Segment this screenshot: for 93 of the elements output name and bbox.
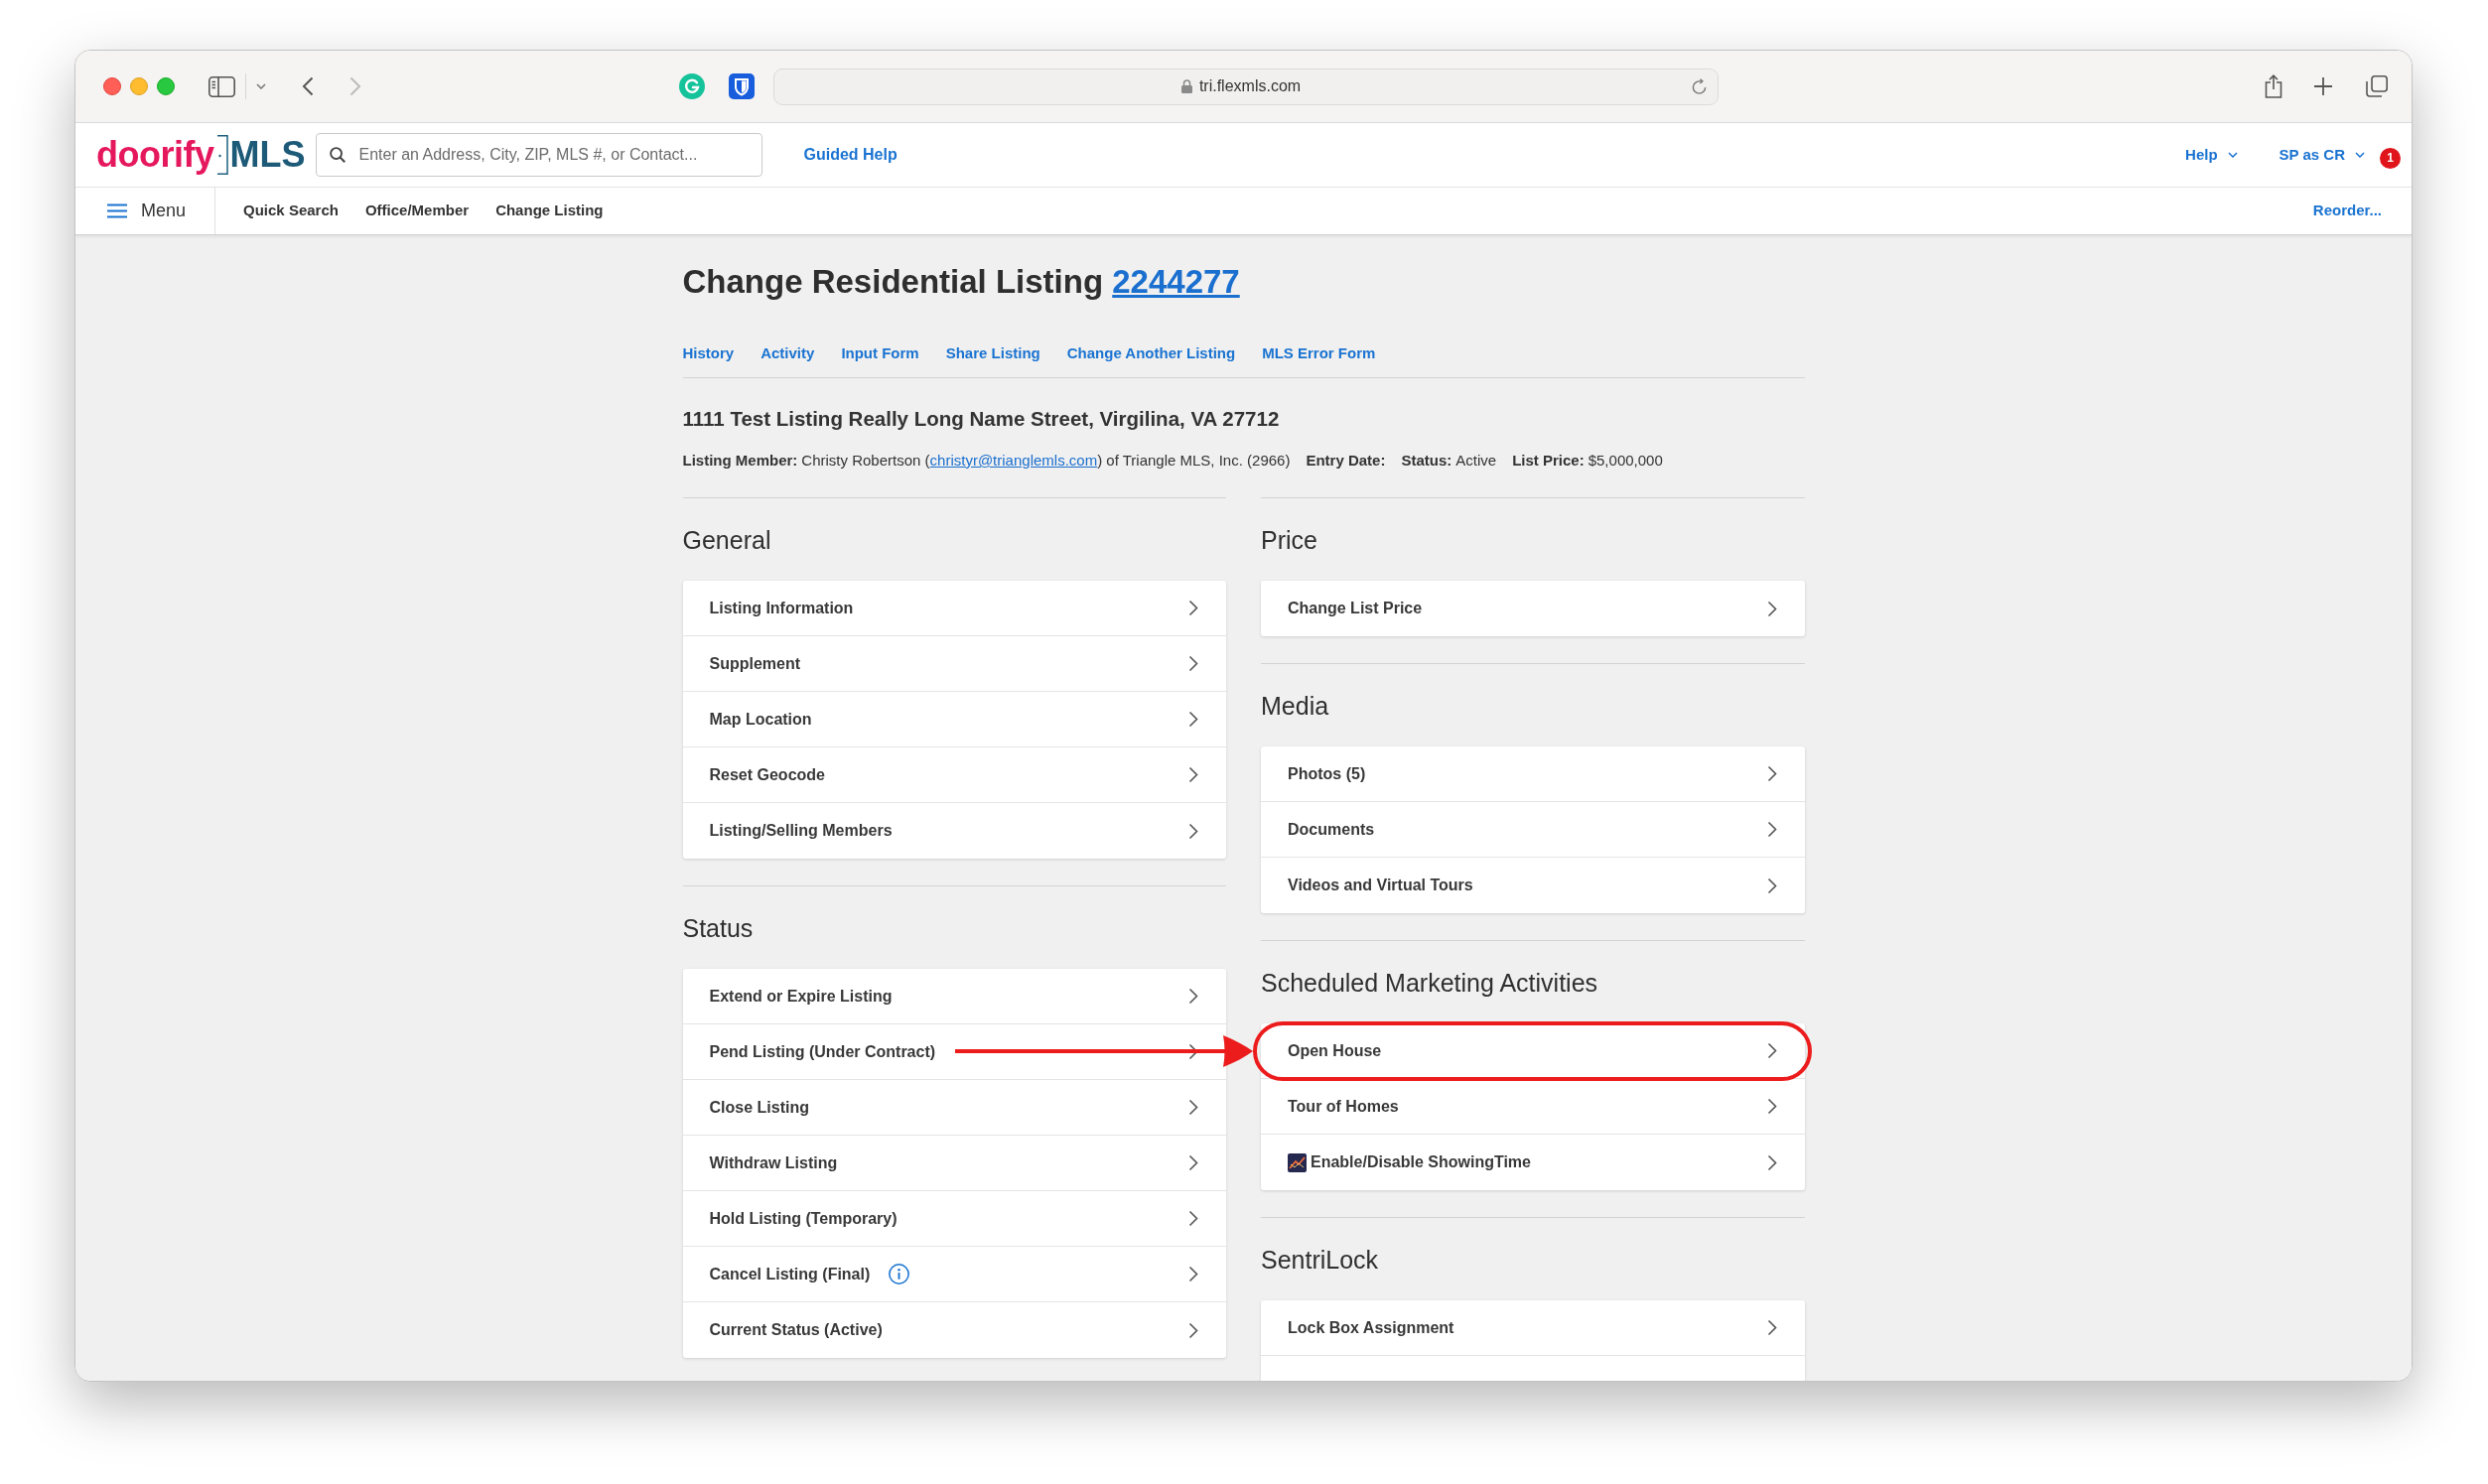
- section-heading: Media: [1261, 691, 1330, 722]
- section-heading: Scheduled Marketing Activities: [1261, 968, 1599, 999]
- field-label: Status:: [1401, 451, 1452, 471]
- reorder-link[interactable]: Reorder...: [2312, 200, 2382, 222]
- chevron-right-icon: [1766, 1042, 1777, 1059]
- action-item[interactable]: Close Listing: [682, 1080, 1226, 1136]
- action-item[interactable]: Cancel Listing (Final): [682, 1247, 1226, 1302]
- action-item[interactable]: Map Location: [682, 692, 1226, 747]
- chevron-down-icon: [2355, 152, 2365, 158]
- chevron-right-icon: [1766, 600, 1777, 617]
- action-item[interactable]: Listing Information: [682, 581, 1226, 636]
- chevron-right-icon: [1188, 766, 1198, 783]
- action-item[interactable]: Change List Price: [1261, 581, 1805, 636]
- share-icon[interactable]: [2265, 74, 2282, 98]
- chevron-right-icon: [1188, 1154, 1198, 1171]
- action-item[interactable]: Videos and Virtual Tours: [1261, 858, 1805, 913]
- chevron-right-icon: [1766, 1153, 1777, 1171]
- page-link[interactable]: MLS Error Form: [1262, 341, 1376, 365]
- field-value: Christy Robertson (christyr@trianglemls.com) of Triangle MLS, Inc. (2966): [801, 451, 1291, 471]
- action-item[interactable]: Tour of Homes: [1261, 1079, 1805, 1135]
- logo-suffix: MLS: [229, 137, 306, 173]
- chevron-right-icon: [1766, 1319, 1777, 1336]
- lock-icon: [1180, 79, 1192, 93]
- chevron-right-icon: [1188, 655, 1198, 672]
- plus-icon[interactable]: [2314, 77, 2332, 95]
- page-link[interactable]: History: [682, 341, 735, 365]
- nav-link[interactable]: Quick Search: [243, 200, 339, 222]
- chevron-right-icon: [1766, 1098, 1777, 1115]
- section-heading: Price: [1261, 525, 1318, 556]
- reload-icon[interactable]: [1691, 77, 1708, 95]
- page-link[interactable]: Share Listing: [945, 341, 1040, 365]
- address-bar[interactable]: tri.flexmls.com: [773, 67, 1719, 105]
- action-item[interactable]: Withdraw Listing: [682, 1136, 1226, 1191]
- field-label: List Price:: [1512, 451, 1585, 471]
- page-title: Change Residential Listing 2244277: [682, 262, 1241, 302]
- nav-link[interactable]: Office/Member: [364, 200, 470, 222]
- guided-help-link[interactable]: Guided Help: [803, 143, 898, 167]
- chevron-right-icon: [1188, 822, 1198, 840]
- chevron-down-icon: [2227, 152, 2238, 158]
- menu-icon: [107, 203, 127, 218]
- chevron-right-icon: [1188, 1321, 1198, 1339]
- action-item[interactable]: Current Status (Active): [682, 1302, 1226, 1358]
- chevron-right-icon: [1188, 1043, 1198, 1060]
- field-value: $5,000,000: [1588, 451, 1663, 471]
- action-item[interactable]: Hold Listing (Temporary): [682, 1191, 1226, 1247]
- logo-wordmark: doorify: [96, 137, 214, 173]
- action-item[interactable]: Enable/Disable ShowingTime: [1261, 1135, 1805, 1190]
- page-link[interactable]: Change Another Listing: [1066, 341, 1236, 365]
- chevron-right-icon: [1188, 600, 1198, 616]
- action-item[interactable]: Reset Geocode: [682, 747, 1226, 803]
- action-item[interactable]: Extend or Expire Listing: [682, 969, 1226, 1024]
- action-item[interactable]: Photos (5): [1261, 746, 1805, 802]
- section-heading: General: [682, 525, 772, 556]
- dropdown-menu[interactable]: SP as CR: [2279, 143, 2365, 167]
- action-item[interactable]: Documents: [1261, 802, 1805, 858]
- section-heading: Status: [682, 913, 755, 944]
- page-link[interactable]: Activity: [760, 341, 815, 365]
- sidebar-icon[interactable]: [208, 75, 235, 97]
- chevron-right-icon: [1188, 988, 1198, 1005]
- action-item[interactable]: Listing/Selling Members: [682, 803, 1226, 859]
- shield-icon[interactable]: [729, 73, 755, 99]
- page-link[interactable]: Input Form: [841, 341, 919, 365]
- field-value: Active: [1455, 451, 1497, 471]
- chevron-right-icon: [1188, 1099, 1198, 1116]
- dropdown-menu[interactable]: Help: [2185, 143, 2238, 167]
- chevron-right-icon: [1766, 877, 1777, 894]
- email-link[interactable]: christyr@trianglemls.com: [929, 452, 1098, 469]
- chevron-down-icon[interactable]: [256, 83, 266, 89]
- listing-address: 1111 Test Listing Really Long Name Street, Virgilina, VA 27712: [682, 406, 1281, 432]
- chevron-right-icon: [1188, 1210, 1198, 1227]
- search-icon: [329, 147, 346, 163]
- action-item[interactable]: Open House: [1261, 1023, 1805, 1079]
- back-icon[interactable]: [302, 76, 314, 96]
- window-close-icon[interactable]: [103, 77, 121, 95]
- field-label: Listing Member:: [682, 451, 798, 471]
- field-label: Entry Date:: [1306, 451, 1386, 471]
- window-zoom-icon[interactable]: [157, 77, 175, 95]
- chevron-right-icon: [1766, 821, 1777, 838]
- chevron-right-icon: [1188, 711, 1198, 728]
- action-item[interactable]: Lock Box Assignment: [1261, 1300, 1805, 1356]
- menu-button[interactable]: Menu: [107, 198, 187, 224]
- app-logo-icon: [1288, 1152, 1307, 1172]
- tabs-overview-icon[interactable]: [2366, 75, 2388, 97]
- nav-link[interactable]: Change Listing: [495, 200, 604, 222]
- action-item[interactable]: Supplement: [682, 636, 1226, 692]
- section-heading: SentriLock: [1261, 1245, 1380, 1276]
- chevron-right-icon: [1766, 765, 1777, 782]
- notification-badge[interactable]: 1: [2380, 147, 2401, 169]
- chevron-right-icon: [1188, 1266, 1198, 1282]
- info-icon[interactable]: [889, 1264, 910, 1284]
- search-field[interactable]: Enter an Address, City, ZIP, MLS #, or Contact...: [315, 133, 762, 177]
- listing-number-link[interactable]: 2244277: [1112, 263, 1240, 300]
- door-frame-icon: [215, 135, 228, 175]
